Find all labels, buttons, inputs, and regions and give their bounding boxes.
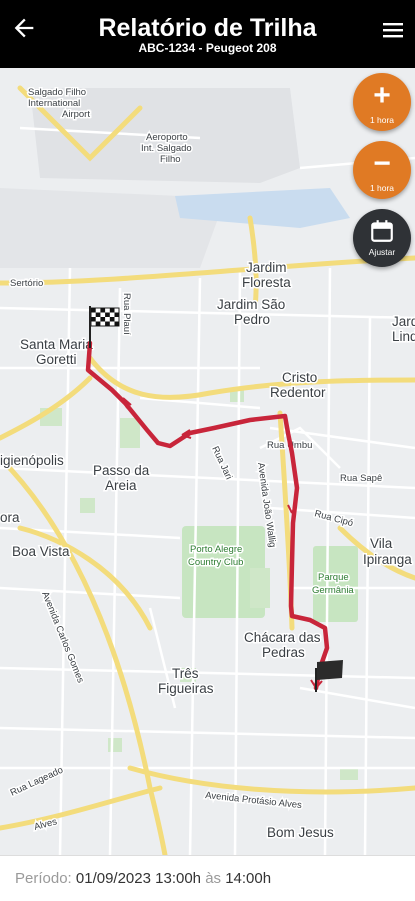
map-label-chacara-2: Pedras xyxy=(262,645,305,660)
map-label-airport-2: International xyxy=(28,98,80,109)
map-label-aero-1: Aeroporto xyxy=(146,132,188,143)
map-label-rua-sape: Rua Sapê xyxy=(340,473,382,484)
minus-icon: − xyxy=(373,147,391,180)
map-label-boa-vista: Boa Vista xyxy=(12,544,70,559)
adjust-caption: Ajustar xyxy=(368,247,396,257)
map-label-chacara: Chácara das xyxy=(244,630,321,645)
map-label-aero-3: Filho xyxy=(160,154,181,165)
map-label-aero-2: Int. Salgado xyxy=(141,143,192,154)
map-label-jardim-sao-pedro-2: Pedro xyxy=(234,312,270,327)
map-label-passo-areia-2: Areia xyxy=(105,478,137,493)
map-label-santa-maria: Santa Maria xyxy=(20,337,93,352)
map-label-airport: Salgado Filho xyxy=(28,87,86,98)
app-header: Relatório de Trilha ABC-1234 - Peugeot 2… xyxy=(0,0,415,68)
zoom-in-hour-button[interactable]: + 1 hora xyxy=(353,73,411,131)
period-start-suffix: h xyxy=(192,870,202,887)
zoom-in-caption: 1 hora xyxy=(369,115,395,125)
map-label-rua-plaui: Rua Plauí xyxy=(121,293,132,335)
map-label-jardim-sao-pedro: Jardim São xyxy=(217,297,285,312)
map-label-tres-2: Figueiras xyxy=(158,681,214,696)
map-label-flora: ora xyxy=(0,510,20,525)
map-label-country-club: Porto Alegre xyxy=(190,544,242,555)
map-label-jardim-floresta-2: Floresta xyxy=(242,275,291,290)
map-label-country-club-2: Country Club xyxy=(188,557,243,568)
map-label-jardim-floresta: Jardim xyxy=(246,260,287,275)
map-label-jardim-lindoia-2: Lind xyxy=(392,329,415,344)
map-label-sertorio: Sertório xyxy=(10,278,43,289)
map-label-tres: Três xyxy=(172,666,199,681)
vehicle-subtitle: ABC-1234 - Peugeot 208 xyxy=(138,41,277,55)
period-start: 01/09/2023 13:00 xyxy=(75,870,193,887)
zoom-out-hour-button[interactable]: − 1 hora xyxy=(353,141,411,199)
map-label-passo-areia: Passo da xyxy=(93,463,150,478)
period-end: 14:00h xyxy=(225,870,272,887)
hamburger-menu-icon[interactable] xyxy=(381,18,405,42)
page-title: Relatório de Trilha xyxy=(98,14,317,42)
period-label: Período: xyxy=(15,870,72,887)
adjust-button[interactable]: Ajustar xyxy=(353,209,411,267)
plus-icon: + xyxy=(373,79,391,112)
parque-germania-park xyxy=(313,546,358,622)
map-label-vila-ipiranga-2: Ipiranga xyxy=(363,552,412,567)
map-label-santa-maria-2: Goretti xyxy=(36,352,77,367)
map-label-airport-3: Airport xyxy=(62,109,90,120)
map-label-parque-2: Germânia xyxy=(312,585,354,596)
period-between: às xyxy=(205,870,222,887)
map-label-vila-ipiranga: Vila xyxy=(370,536,393,551)
period-footer: Período: 01/09/2023 13:00h às 14:00h xyxy=(0,855,415,900)
zoom-out-caption: 1 hora xyxy=(369,183,395,193)
map-label-higienopolis: igienópolis xyxy=(0,453,64,468)
map-label-bom-jesus: Bom Jesus xyxy=(267,825,334,840)
map-label-cristo-2: Redentor xyxy=(270,385,326,400)
map-label-parque: Parque xyxy=(318,572,349,583)
map-label-cristo: Cristo xyxy=(282,370,317,385)
map-label-jardim-lindoia: Jard xyxy=(392,314,415,329)
calendar-icon xyxy=(371,220,393,242)
